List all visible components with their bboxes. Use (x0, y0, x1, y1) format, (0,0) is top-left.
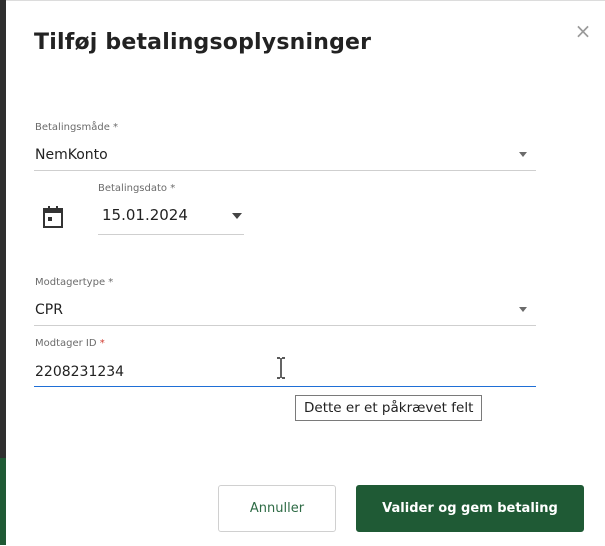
dialog-title: Tilføj betalingsoplysninger (34, 30, 372, 55)
recipient-id-label-text: Modtager ID (35, 338, 97, 349)
payment-method-select[interactable]: NemKonto (35, 147, 108, 163)
payment-date-underline (98, 234, 244, 235)
required-marker: * (99, 338, 105, 349)
payment-date-dropdown-icon[interactable] (232, 213, 242, 219)
payment-date-label: Betalingsdato * (98, 183, 176, 194)
close-icon[interactable]: × (573, 21, 593, 41)
payment-method-label: Betalingsmåde * (35, 122, 119, 133)
payment-dialog: × Tilføj betalingsoplysninger Betalingsm… (6, 0, 605, 546)
recipient-type-label: Modtagertype * (35, 277, 114, 288)
payment-method-dropdown-icon[interactable] (519, 152, 527, 157)
recipient-type-select[interactable]: CPR (35, 302, 63, 318)
recipient-id-label: Modtager ID * (35, 338, 105, 349)
payment-date-select[interactable]: 15.01.2024 (102, 206, 188, 224)
calendar-icon[interactable] (43, 206, 63, 228)
recipient-type-dropdown-icon[interactable] (519, 307, 527, 312)
validate-save-payment-button[interactable]: Valider og gem betaling (356, 485, 584, 532)
text-cursor-icon (277, 357, 285, 379)
validation-tooltip: Dette er et påkrævet felt (295, 395, 483, 421)
recipient-id-underline (34, 386, 536, 387)
recipient-type-underline (34, 325, 536, 326)
cancel-button[interactable]: Annuller (218, 485, 336, 532)
recipient-id-input[interactable]: 2208231234 (35, 364, 124, 380)
payment-method-underline (34, 170, 536, 171)
